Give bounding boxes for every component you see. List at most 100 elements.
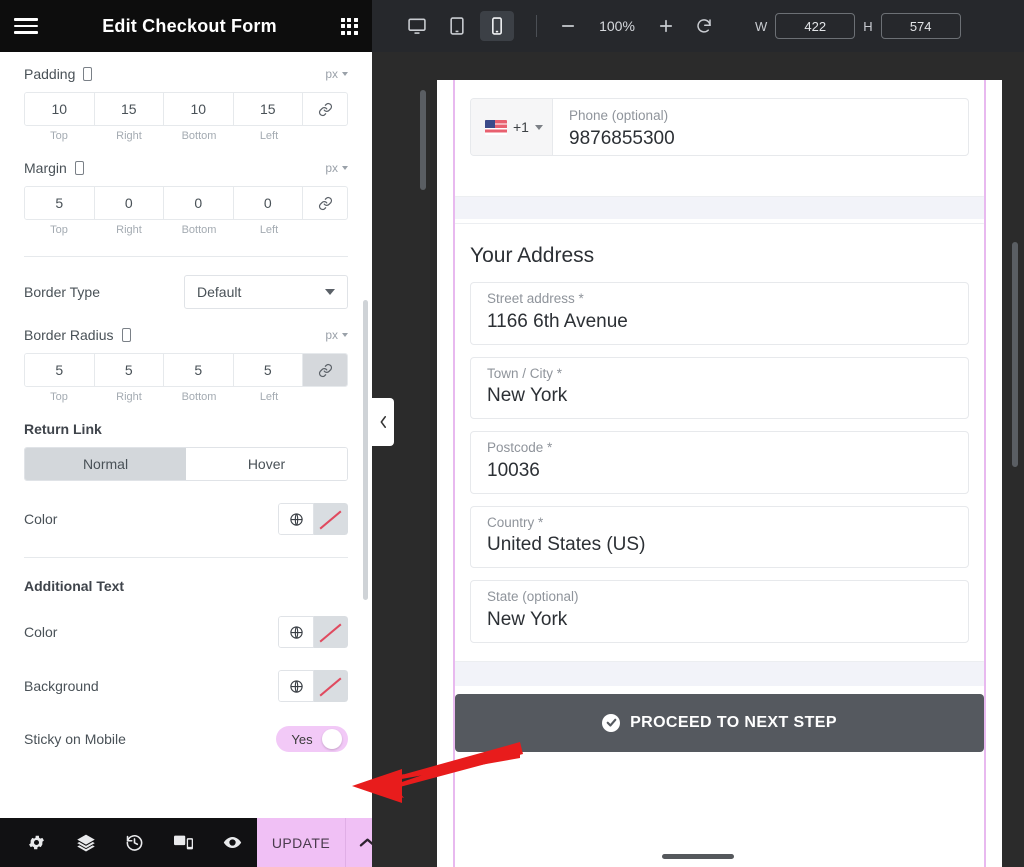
gear-icon[interactable] [12, 833, 61, 852]
border-type-select[interactable]: Default [184, 275, 348, 309]
proceed-to-next-step-button[interactable]: PROCEED TO NEXT STEP [455, 693, 984, 752]
device-tablet-button[interactable] [440, 11, 474, 41]
country-field[interactable]: Country * United States (US) [470, 505, 969, 569]
border-radius-bottom-input[interactable]: 5 [164, 354, 234, 386]
stage-right-scrollbar[interactable] [1012, 242, 1018, 467]
phone-field-value[interactable]: 9876855300 [569, 126, 968, 152]
margin-bottom-input[interactable]: 0 [164, 187, 234, 219]
update-button[interactable]: UPDATE [257, 818, 389, 867]
height-label: H [863, 18, 873, 34]
panel-scrollbar[interactable] [363, 52, 368, 818]
additional-text-section-title: Additional Text [24, 578, 125, 594]
postcode-field[interactable]: Postcode * 10036 [470, 431, 969, 494]
margin-top-input[interactable]: 5 [25, 187, 95, 219]
padding-link-toggle[interactable] [303, 93, 347, 125]
sticky-on-mobile-label: Sticky on Mobile [24, 731, 126, 747]
street-address-label: Street address * [487, 291, 584, 306]
padding-bottom-input[interactable]: 10 [164, 93, 234, 125]
margin-right-input[interactable]: 0 [94, 187, 164, 219]
border-type-label: Border Type [24, 284, 101, 300]
padding-right-input[interactable]: 15 [94, 93, 164, 125]
additional-text-background-label: Background [24, 678, 99, 694]
chevron-down-icon [342, 72, 348, 76]
sticky-on-mobile-toggle[interactable]: Yes [276, 726, 348, 752]
padding-label-left: Left [259, 130, 279, 142]
globe-icon[interactable] [278, 503, 314, 535]
return-link-color-picker[interactable] [278, 503, 348, 535]
widget-highlight-left [453, 80, 455, 867]
stage-left-scrollbar[interactable] [420, 90, 426, 190]
margin-label-left: Left [259, 224, 279, 236]
return-link-state-tabs: Normal Hover [24, 447, 348, 481]
margin-left-input[interactable]: 0 [233, 187, 303, 219]
divider [24, 256, 348, 257]
postcode-label: Postcode * [487, 440, 553, 456]
grid-apps-icon[interactable] [340, 17, 358, 35]
padding-left-input[interactable]: 15 [233, 93, 303, 125]
panel-scrollbar-thumb[interactable] [363, 300, 368, 600]
color-swatch-empty[interactable] [314, 616, 348, 648]
phone-field[interactable]: +1 Phone (optional) 9876855300 [470, 98, 969, 156]
phone-field-label: Phone (optional) [569, 108, 669, 123]
additional-text-background-picker[interactable] [278, 670, 348, 702]
border-radius-label-left: Left [259, 391, 279, 403]
border-radius-link-toggle[interactable] [303, 354, 347, 386]
zoom-out-button[interactable] [559, 17, 577, 35]
additional-text-color-row: Color [24, 616, 348, 648]
margin-unit-select[interactable]: px [325, 161, 348, 175]
padding-top-input[interactable]: 10 [25, 93, 95, 125]
panel-collapse-handle[interactable] [372, 398, 394, 446]
town-city-field[interactable]: Town / City * New York [470, 356, 969, 420]
update-button-label: UPDATE [271, 834, 331, 851]
margin-label-spacer [304, 224, 348, 236]
border-radius-left-input[interactable]: 5 [233, 354, 303, 386]
mobile-device-icon[interactable] [83, 67, 93, 81]
street-address-value[interactable]: 1166 6th Avenue [487, 309, 952, 335]
sticky-on-mobile-row: Sticky on Mobile Yes [24, 726, 348, 752]
width-input[interactable]: 422 [775, 13, 856, 39]
zoom-in-button[interactable] [657, 17, 675, 35]
additional-text-color-picker[interactable] [278, 616, 348, 648]
device-desktop-button[interactable] [400, 11, 434, 41]
preview-eye-icon[interactable] [208, 833, 257, 852]
country-code-selector[interactable]: +1 [471, 99, 553, 155]
border-radius-unit-select[interactable]: px [325, 328, 348, 342]
country-value[interactable]: United States (US) [487, 532, 952, 558]
history-icon[interactable] [110, 833, 159, 852]
mobile-device-icon[interactable] [74, 161, 84, 175]
tab-normal[interactable]: Normal [25, 448, 186, 480]
padding-unit-label: px [325, 67, 338, 81]
device-home-indicator [662, 854, 734, 859]
toolbar-divider [536, 15, 537, 37]
tab-hover[interactable]: Hover [186, 448, 347, 480]
color-swatch-empty[interactable] [314, 503, 348, 535]
postcode-value[interactable]: 10036 [487, 458, 952, 484]
reset-zoom-button[interactable] [695, 17, 713, 35]
widget-highlight-right [984, 80, 986, 867]
street-address-field[interactable]: Street address * 1166 6th Avenue [470, 282, 969, 345]
padding-unit-select[interactable]: px [325, 67, 348, 81]
state-value[interactable]: New York [487, 607, 952, 633]
height-input[interactable]: 574 [880, 13, 961, 39]
border-radius-row: Border Radius px [24, 327, 348, 343]
border-radius-right-input[interactable]: 5 [94, 354, 164, 386]
layers-icon[interactable] [61, 833, 110, 853]
color-swatch-empty[interactable] [314, 670, 348, 702]
device-mobile-button[interactable] [480, 11, 514, 41]
preview-toolbar: 100% W 422 H 574 [372, 0, 1024, 52]
phone-input-wrap[interactable]: Phone (optional) 9876855300 [553, 99, 968, 155]
panel-scroll-area: Padding px 10 15 10 15 Top Right Bottom … [0, 52, 372, 818]
margin-label-bottom: Bottom [181, 224, 217, 236]
checkout-form-preview: +1 Phone (optional) 9876855300 Your Addr… [437, 80, 1002, 867]
hamburger-icon[interactable] [14, 18, 38, 34]
responsive-icon[interactable] [159, 833, 208, 852]
globe-icon[interactable] [278, 616, 314, 648]
border-radius-top-input[interactable]: 5 [25, 354, 95, 386]
globe-icon[interactable] [278, 670, 314, 702]
state-field[interactable]: State (optional) New York [470, 580, 969, 643]
mobile-device-icon[interactable] [121, 328, 131, 342]
town-city-value[interactable]: New York [487, 383, 952, 409]
margin-link-toggle[interactable] [303, 187, 347, 219]
check-circle-icon [602, 713, 621, 732]
panel-body: Padding px 10 15 10 15 Top Right Bottom … [0, 52, 372, 818]
